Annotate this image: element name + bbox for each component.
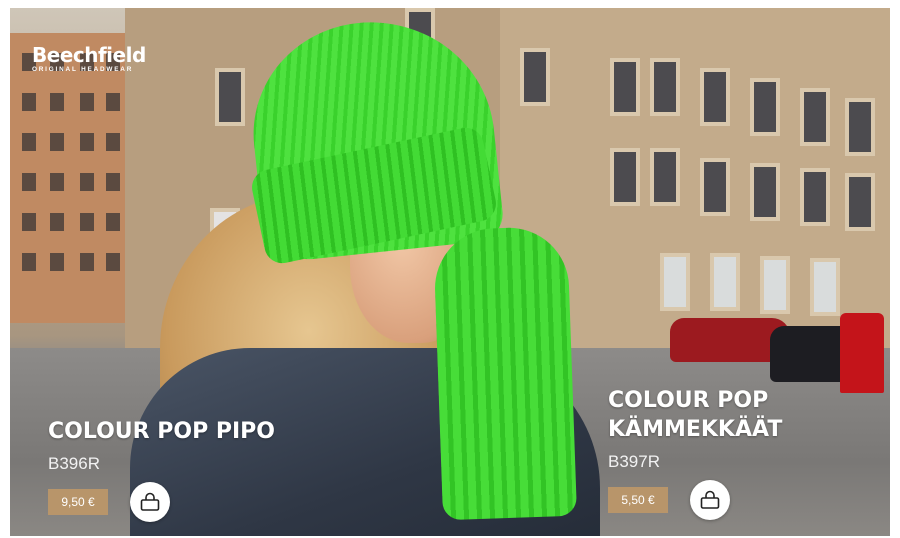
brand-name: Beechfield — [32, 43, 146, 67]
shopping-bag-icon — [700, 490, 720, 509]
postbox — [840, 313, 884, 393]
hero-banner: Beechfield ORIGINAL HEADWEAR COLOUR POP … — [10, 8, 890, 536]
product-actions: 9,50 € — [48, 482, 275, 522]
product-title[interactable]: COLOUR POP PIPO — [48, 417, 275, 446]
product-title[interactable]: COLOUR POP KÄMMEKKÄÄT — [608, 386, 782, 444]
product-card-kammekkaat: COLOUR POP KÄMMEKKÄÄT B397R 5,50 € — [608, 386, 782, 520]
add-to-cart-button[interactable] — [130, 482, 170, 522]
brand-tagline: ORIGINAL HEADWEAR — [32, 66, 134, 73]
product-title-line: COLOUR POP — [608, 388, 769, 413]
product-title-line: KÄMMEKKÄÄT — [608, 417, 783, 442]
add-to-cart-button[interactable] — [690, 480, 730, 520]
green-mitten — [432, 225, 578, 521]
product-actions: 5,50 € — [608, 480, 782, 520]
price-badge: 9,50 € — [48, 489, 108, 515]
product-code: B396R — [48, 454, 100, 473]
shopping-bag-icon — [140, 492, 160, 511]
price-badge: 5,50 € — [608, 487, 668, 513]
brand-logo[interactable]: Beechfield ORIGINAL HEADWEAR — [32, 44, 146, 74]
product-card-pipo: COLOUR POP PIPO B396R 9,50 € — [48, 417, 275, 522]
background-building-left — [10, 33, 130, 323]
product-code: B397R — [608, 452, 660, 471]
product-title-line: COLOUR POP PIPO — [48, 419, 275, 444]
